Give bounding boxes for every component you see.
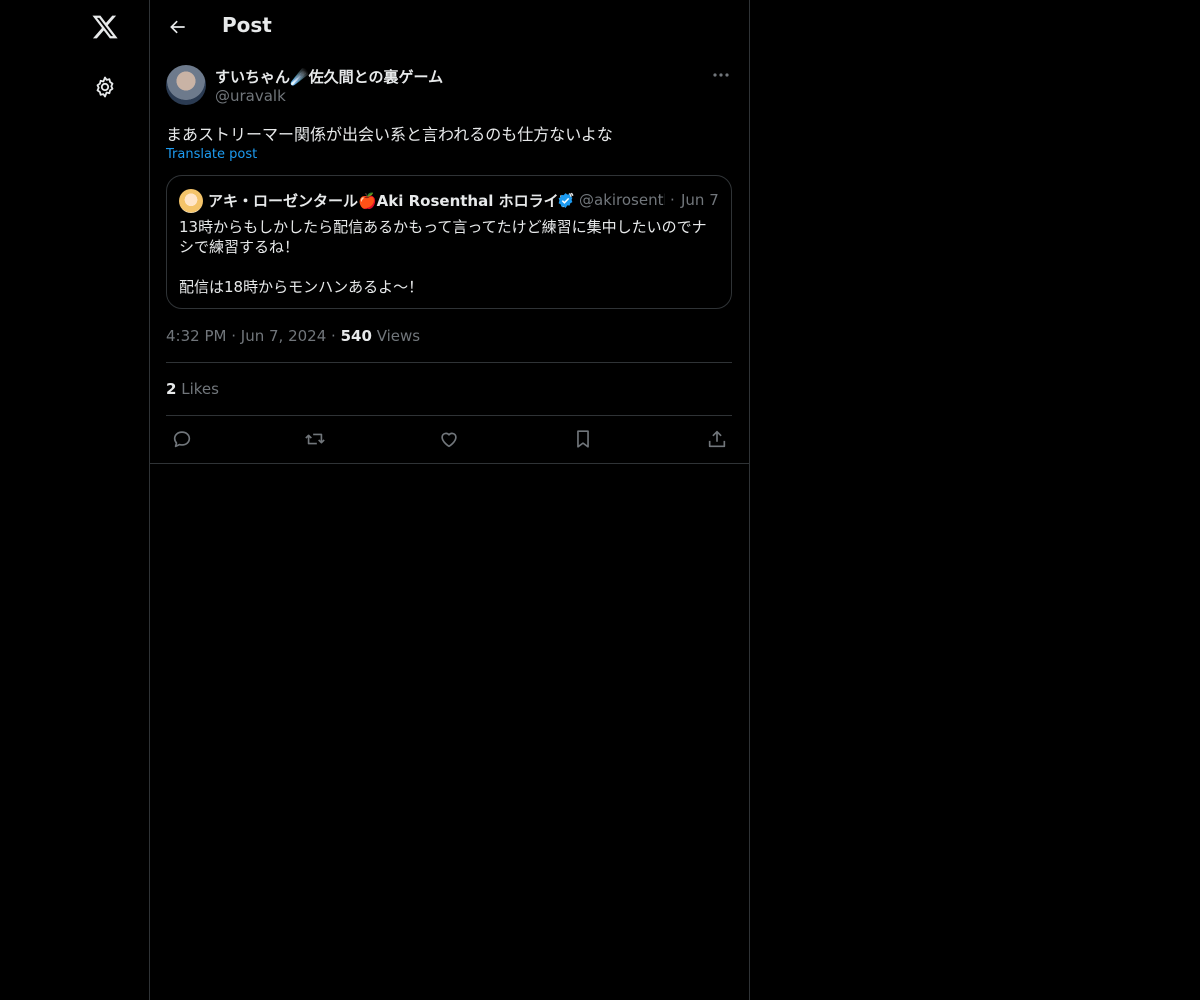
page-title: Post [222,13,272,37]
action-bar [166,428,732,450]
views-count: 540 [340,327,372,345]
arrow-left-icon[interactable] [168,17,188,37]
quoted-post[interactable]: アキ・ローゼンタール🍎Aki Rosenthal ホロライブ @akirosen… [166,175,732,309]
meta-separator: · [231,327,237,345]
divider [150,463,749,464]
quoted-text-line: 13時からもしかしたら配信あるかもって言ってたけど練習に集中したいのでナシで練習… [179,218,707,256]
author-handle[interactable]: @uravalk [215,87,286,105]
post-time[interactable]: 4:32 PM [166,327,226,345]
more-options-icon[interactable] [712,72,730,78]
quoted-date: Jun 7 [681,191,719,209]
likes-link[interactable]: 2 Likes [166,380,219,398]
quoted-handle: @akirosenthal [579,191,665,209]
author-display-name[interactable]: すいちゃん☄️佐久間との裏ゲーム [215,66,443,87]
gear-icon[interactable] [93,75,117,99]
left-nav-rail [0,0,149,1000]
verified-badge-icon [557,192,574,209]
repost-icon[interactable] [304,428,326,450]
likes-label: Likes [181,380,219,398]
page-header: Post [150,0,749,53]
x-logo-icon[interactable] [91,13,119,41]
translate-post-link[interactable]: Translate post [166,147,257,162]
quoted-text: 13時からもしかしたら配信あるかもって言ってたけど練習に集中したいのでナシで練習… [179,217,719,297]
likes-count: 2 [166,380,177,398]
divider [166,362,732,363]
bookmark-icon[interactable] [572,428,594,450]
avatar[interactable] [166,65,206,105]
quoted-avatar [179,189,203,213]
post-date[interactable]: Jun 7, 2024 [241,327,326,345]
meta-separator: · [331,327,336,345]
views-label: Views [376,327,421,345]
like-icon[interactable] [438,428,460,450]
quoted-display-name: アキ・ローゼンタール🍎Aki Rosenthal ホロライブ [208,192,574,210]
main-column: Post すいちゃん☄️佐久間との裏ゲーム @uravalk まあストリーマー関… [149,0,750,1000]
quoted-text-line: 配信は18時からモンハンあるよ〜！ [179,278,424,296]
reply-icon[interactable] [171,428,193,450]
divider [166,415,732,416]
post-text: まあストリーマー関係が出会い系と言われるのも仕方ないよな [166,125,613,144]
post-meta: 4:32 PM · Jun 7, 2024 · 540 Views [166,327,420,345]
share-icon[interactable] [706,428,728,450]
quoted-separator: · [670,191,675,209]
